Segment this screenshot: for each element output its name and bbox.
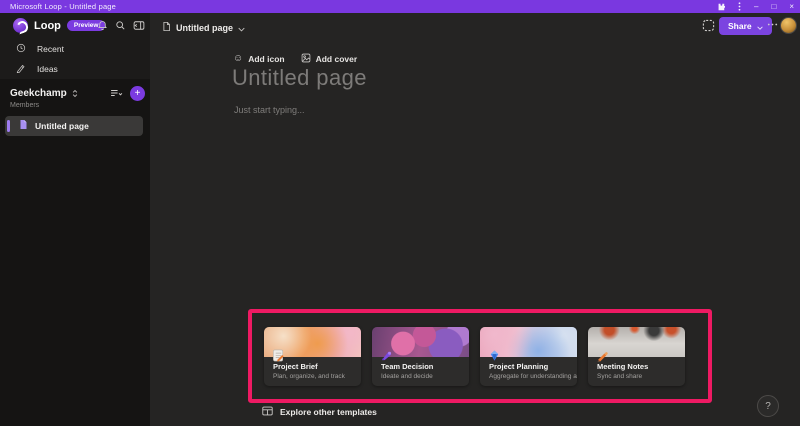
memo-icon bbox=[272, 349, 285, 362]
template-title: Project Brief bbox=[273, 362, 318, 371]
templates-highlight-box: Project Brief Plan, organize, and track … bbox=[248, 309, 712, 403]
sidebar-item-label: Recent bbox=[37, 44, 64, 54]
breadcrumb-page-label: Untitled page bbox=[176, 23, 233, 33]
window-title: Microsoft Loop - Untitled page bbox=[10, 2, 116, 11]
search-icon[interactable] bbox=[114, 19, 127, 32]
template-card-project-brief[interactable]: Project Brief Plan, organize, and track bbox=[264, 327, 361, 386]
help-button[interactable]: ? bbox=[757, 395, 779, 417]
add-cover-label: Add cover bbox=[316, 54, 358, 64]
sidebar-item-recent[interactable]: Recent bbox=[0, 39, 150, 59]
sidebar-page-item-selected[interactable]: Untitled page bbox=[5, 116, 143, 136]
smiley-icon: ☺ bbox=[233, 54, 243, 64]
sidebar-toolbar bbox=[96, 19, 145, 32]
sidebar: Loop Preview Recent Ideas bbox=[0, 13, 150, 426]
add-icon-label: Add icon bbox=[248, 54, 284, 64]
chevron-down-icon bbox=[757, 17, 763, 35]
template-title: Meeting Notes bbox=[597, 362, 648, 371]
template-subtitle: Ideate and decide bbox=[381, 373, 433, 380]
template-title: Team Decision bbox=[381, 362, 433, 371]
user-avatar[interactable] bbox=[780, 17, 797, 34]
breadcrumb[interactable]: Untitled page bbox=[162, 19, 245, 37]
page-document-icon bbox=[19, 117, 28, 135]
diamond-icon bbox=[488, 349, 501, 362]
template-title: Project Planning bbox=[489, 362, 548, 371]
explore-templates-button[interactable]: Explore other templates bbox=[262, 403, 377, 421]
workspace-header: Geekchamp + bbox=[10, 85, 145, 101]
template-subtitle: Aggregate for understanding an... bbox=[489, 373, 577, 380]
workspace-switcher-icon[interactable] bbox=[71, 89, 79, 98]
decision-horn-icon bbox=[380, 349, 393, 362]
template-subtitle: Plan, organize, and track bbox=[273, 373, 345, 380]
loop-logo-icon bbox=[13, 18, 28, 33]
page-document-icon bbox=[162, 19, 171, 37]
extensions-puzzle-icon[interactable] bbox=[716, 3, 725, 11]
workspace-panel: Geekchamp + Members Untitled page bbox=[0, 79, 150, 426]
add-page-button[interactable]: + bbox=[130, 86, 145, 101]
app-brand: Loop Preview bbox=[13, 18, 105, 33]
kebab-menu-icon[interactable] bbox=[738, 2, 741, 11]
explore-templates-label: Explore other templates bbox=[280, 407, 377, 417]
pencil-icon bbox=[596, 349, 609, 362]
notifications-bell-icon[interactable] bbox=[96, 19, 109, 32]
clock-icon bbox=[16, 40, 26, 58]
sidebar-page-label: Untitled page bbox=[35, 121, 89, 131]
main-area: Untitled page Share ☺ Add icon bbox=[150, 13, 800, 426]
workspace-name[interactable]: Geekchamp bbox=[10, 88, 67, 99]
templates-grid-icon bbox=[262, 403, 273, 421]
view-options-icon[interactable] bbox=[110, 88, 123, 98]
pen-icon bbox=[16, 60, 26, 78]
app-name: Loop bbox=[34, 20, 61, 32]
minimize-button[interactable]: – bbox=[754, 0, 758, 13]
close-button[interactable]: × bbox=[789, 0, 794, 13]
more-options-icon[interactable] bbox=[767, 23, 778, 26]
template-card-meeting-notes[interactable]: Meeting Notes Sync and share bbox=[588, 327, 685, 386]
typing-hint[interactable]: Just start typing... bbox=[234, 105, 305, 115]
loop-component-icon[interactable] bbox=[702, 19, 715, 32]
template-card-team-decision[interactable]: Team Decision Ideate and decide bbox=[372, 327, 469, 386]
template-subtitle: Sync and share bbox=[597, 373, 642, 380]
workspace-members-label[interactable]: Members bbox=[10, 102, 39, 109]
maximize-button[interactable]: □ bbox=[771, 0, 776, 13]
template-card-project-planning[interactable]: Project Planning Aggregate for understan… bbox=[480, 327, 577, 386]
sidebar-item-ideas[interactable]: Ideas bbox=[0, 59, 150, 79]
loop-app-window: Microsoft Loop - Untitled page – □ × Loo… bbox=[0, 0, 800, 426]
chevron-down-icon bbox=[238, 19, 245, 37]
sidebar-item-label: Ideas bbox=[37, 64, 58, 74]
collapse-pane-icon[interactable] bbox=[132, 19, 145, 32]
page-title-input[interactable]: Untitled page bbox=[232, 65, 367, 91]
share-button[interactable]: Share bbox=[719, 17, 772, 35]
window-controls: – □ × bbox=[716, 0, 794, 13]
window-titlebar: Microsoft Loop - Untitled page – □ × bbox=[0, 0, 800, 13]
share-button-label: Share bbox=[728, 21, 752, 31]
selected-indicator bbox=[7, 120, 10, 132]
